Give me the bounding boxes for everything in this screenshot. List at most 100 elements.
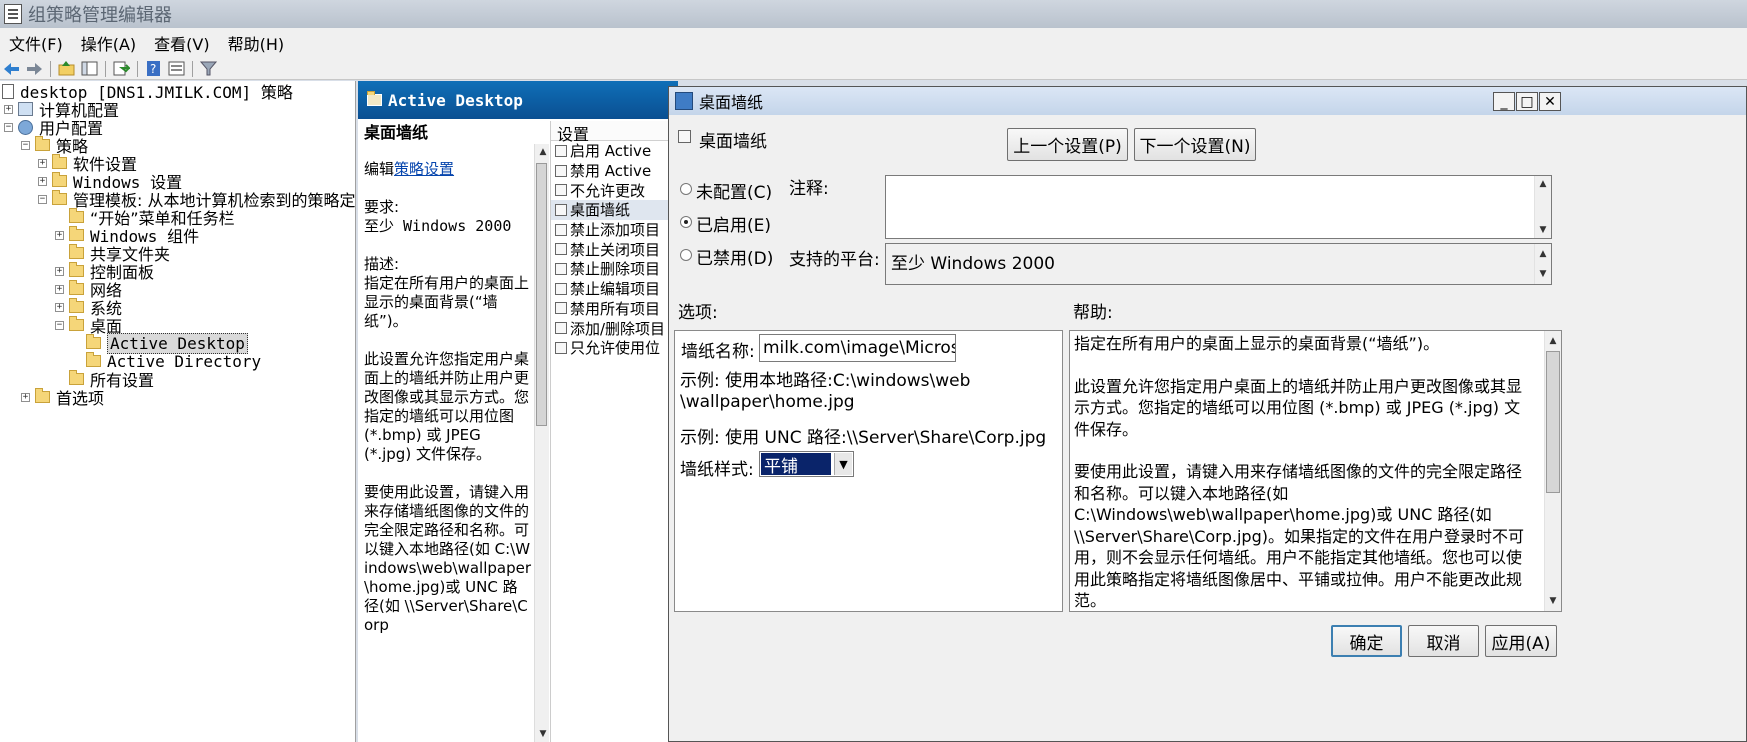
scrollbar-thumb[interactable] bbox=[536, 163, 547, 426]
user-icon bbox=[18, 119, 33, 135]
apply-button[interactable]: 应用(A) bbox=[1485, 625, 1557, 657]
expand-icon[interactable]: + bbox=[21, 392, 30, 402]
folder-icon bbox=[367, 91, 382, 106]
scroll-up-icon[interactable]: ▲ bbox=[1535, 176, 1551, 192]
policy-setting-icon bbox=[555, 144, 567, 157]
edit-prefix: 编辑 bbox=[364, 160, 395, 178]
expand-icon[interactable]: + bbox=[55, 230, 64, 240]
next-setting-button[interactable]: 下一个设置(N) bbox=[1134, 128, 1256, 161]
forward-icon[interactable] bbox=[25, 60, 44, 77]
list-item[interactable]: 禁用 Active bbox=[551, 161, 678, 181]
wallpaper-style-label: 墙纸样式: bbox=[680, 460, 754, 480]
cancel-button[interactable]: 取消 bbox=[1408, 625, 1479, 657]
setting-label: 桌面墙纸 bbox=[570, 201, 631, 220]
setting-label: 禁止编辑项目 bbox=[570, 280, 661, 299]
tree-node-preferences[interactable]: + 首选项 bbox=[21, 388, 105, 408]
settings-column-header[interactable]: 设置 bbox=[551, 121, 678, 144]
policy-setting-icon bbox=[555, 302, 567, 315]
tree-node-active-desktop[interactable]: Active Desktop bbox=[72, 332, 248, 354]
description-label: 描述: bbox=[364, 255, 400, 273]
supported-platform-label: 支持的平台: bbox=[789, 250, 880, 270]
tree-node-label: 首选项 bbox=[56, 389, 105, 408]
scroll-up-icon[interactable]: ▲ bbox=[1535, 246, 1551, 262]
list-item[interactable]: 只允许使用位 bbox=[551, 338, 678, 358]
cancel-label: 取消 bbox=[1426, 633, 1461, 654]
menu-bar: 文件(F) 操作(A) 查看(V) 帮助(H) bbox=[0, 28, 1747, 58]
enabled-label: 已启用(E) bbox=[696, 216, 772, 236]
list-item-selected[interactable]: 桌面墙纸 bbox=[551, 200, 678, 220]
edit-policy-link[interactable]: 策略设置 bbox=[394, 160, 454, 178]
collapse-icon[interactable]: − bbox=[55, 320, 64, 330]
computer-icon bbox=[18, 102, 33, 116]
enabled-radio[interactable] bbox=[680, 216, 692, 228]
setting-label: 启用 Active bbox=[570, 142, 652, 161]
wallpaper-style-select[interactable]: 平铺 ▼ bbox=[759, 451, 854, 477]
list-item[interactable]: 禁止关闭项目 bbox=[551, 239, 678, 259]
expand-icon[interactable]: + bbox=[38, 158, 47, 168]
details-pane: Active Desktop 桌面墙纸 编辑策略设置 要求: 至少 Window… bbox=[358, 81, 678, 742]
toolbar-separator bbox=[50, 60, 51, 77]
show-hide-tree-icon[interactable] bbox=[80, 60, 99, 77]
maximize-icon[interactable]: □ bbox=[1516, 92, 1538, 111]
up-icon[interactable] bbox=[57, 60, 76, 77]
setting-label: 添加/删除项目 bbox=[570, 319, 666, 338]
list-item[interactable]: 禁止添加项目 bbox=[551, 220, 678, 240]
list-item[interactable]: 启用 Active bbox=[551, 141, 678, 161]
back-icon[interactable] bbox=[2, 60, 21, 77]
comment-textarea[interactable]: ▲ ▼ bbox=[885, 175, 1552, 239]
scroll-down-icon[interactable]: ▼ bbox=[1535, 266, 1551, 282]
folder-icon bbox=[86, 334, 101, 349]
comment-scrollbar[interactable]: ▲ ▼ bbox=[1534, 176, 1551, 238]
list-item[interactable]: 禁止编辑项目 bbox=[551, 279, 678, 299]
expand-icon[interactable]: + bbox=[4, 104, 13, 114]
scroll-down-icon[interactable]: ▼ bbox=[535, 726, 551, 742]
list-item[interactable]: 添加/删除项目 bbox=[551, 318, 678, 338]
help-icon[interactable]: ? bbox=[144, 60, 163, 77]
wallpaper-name-input[interactable]: milk.com\image\Microsoft bbox=[759, 334, 956, 362]
disabled-radio[interactable] bbox=[680, 249, 692, 261]
scroll-up-icon[interactable]: ▲ bbox=[1545, 333, 1561, 349]
requirements-value: 至少 Windows 2000 bbox=[364, 217, 512, 235]
platform-scrollbar[interactable]: ▲ ▼ bbox=[1534, 244, 1551, 284]
export-icon[interactable] bbox=[112, 60, 131, 77]
scroll-down-icon[interactable]: ▼ bbox=[1535, 222, 1551, 238]
collapse-icon[interactable]: − bbox=[38, 194, 47, 204]
chevron-down-icon[interactable]: ▼ bbox=[834, 453, 852, 475]
not-configured-radio[interactable] bbox=[680, 183, 692, 195]
collapse-icon[interactable]: − bbox=[21, 140, 30, 150]
list-item[interactable]: 禁止删除项目 bbox=[551, 259, 678, 279]
toolbar-separator bbox=[137, 60, 138, 77]
view-icon[interactable] bbox=[167, 60, 186, 77]
menu-view[interactable]: 查看(V) bbox=[145, 31, 218, 55]
policy-setting-icon bbox=[555, 341, 567, 354]
expand-icon[interactable]: + bbox=[55, 302, 64, 312]
setting-label: 禁用所有项目 bbox=[570, 299, 661, 318]
minimize-icon[interactable]: _ bbox=[1493, 92, 1515, 111]
scroll-up-icon[interactable]: ▲ bbox=[535, 144, 551, 160]
help-scrollbar[interactable]: ▲ ▼ bbox=[1544, 331, 1561, 611]
tree-node-user-config[interactable]: − 用户配置 bbox=[4, 118, 103, 138]
setting-label: 不允许更改 bbox=[570, 181, 646, 200]
list-item[interactable]: 不允许更改 bbox=[551, 180, 678, 200]
close-icon[interactable]: ✕ bbox=[1539, 92, 1561, 111]
menu-file[interactable]: 文件(F) bbox=[0, 31, 72, 55]
collapse-icon[interactable]: − bbox=[4, 122, 13, 132]
folder-icon bbox=[52, 190, 67, 205]
tree-node-desktop[interactable]: − 桌面 bbox=[55, 316, 122, 336]
filter-icon[interactable] bbox=[199, 60, 218, 77]
toolbar: ? bbox=[0, 58, 1747, 80]
setting-label: 禁用 Active bbox=[570, 162, 652, 181]
description-para-2: 此设置允许您指定用户桌面上的墙纸并防止用户更改图像或其显示方式。您指定的墙纸可以… bbox=[364, 350, 530, 463]
expand-icon[interactable]: + bbox=[55, 266, 64, 276]
menu-action[interactable]: 操作(A) bbox=[72, 31, 145, 55]
expand-icon[interactable]: + bbox=[38, 176, 47, 186]
list-item[interactable]: 禁用所有项目 bbox=[551, 299, 678, 319]
expand-icon[interactable]: + bbox=[55, 284, 64, 294]
scrollbar-thumb[interactable] bbox=[1546, 351, 1560, 493]
previous-setting-button[interactable]: 上一个设置(P) bbox=[1007, 128, 1128, 161]
menu-help[interactable]: 帮助(H) bbox=[219, 31, 294, 55]
ok-button[interactable]: 确定 bbox=[1331, 625, 1402, 657]
comment-label: 注释: bbox=[789, 179, 829, 199]
help-panel: 指定在所有用户的桌面上显示的桌面背景(“墙纸”)。 此设置允许您指定用户桌面上的… bbox=[1069, 330, 1562, 612]
scroll-down-icon[interactable]: ▼ bbox=[1545, 593, 1561, 609]
